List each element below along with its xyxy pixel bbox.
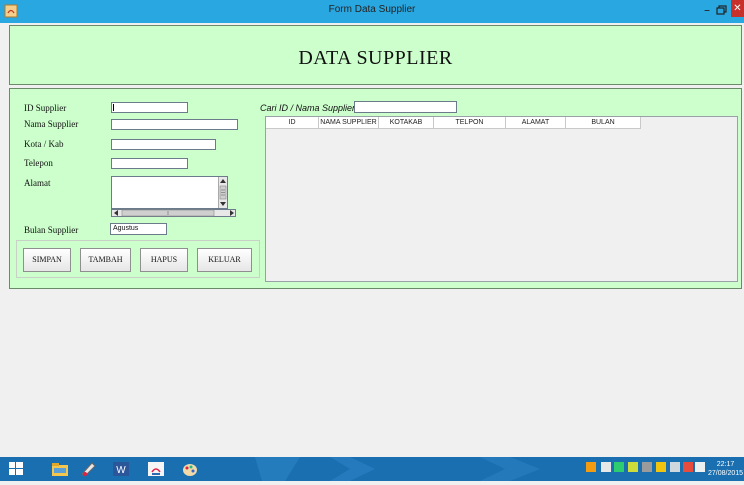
svg-text:W: W [116,465,126,476]
telepon-label: Telepon [24,158,53,168]
windows-start-icon[interactable] [6,460,26,478]
tray-notification-icon[interactable] [586,462,596,472]
id-supplier-label: ID Supplier [24,103,67,113]
column-header-telpon[interactable]: TELPON [434,117,506,129]
kota-kab-input[interactable] [111,139,216,150]
supplier-table[interactable]: ID NAMA SUPPLIER KOTAKAB TELPON ALAMAT B… [265,116,738,282]
id-supplier-input[interactable] [111,102,188,113]
column-header-id[interactable]: ID [266,117,319,129]
header-panel: DATA SUPPLIER [9,25,742,85]
tray-shield-icon[interactable] [656,462,666,472]
alamat-textarea[interactable] [111,176,228,209]
column-header-kotakab[interactable]: KOTAKAB [379,117,434,129]
tray-info-icon[interactable] [670,462,680,472]
taskbar-clock[interactable]: 22:17 27/08/2015 [708,460,743,478]
hapus-button[interactable]: HAPUS [140,248,188,272]
bulan-supplier-input[interactable]: Agustus [110,223,167,235]
maximize-button[interactable] [715,3,729,17]
tray-battery-icon[interactable] [683,462,693,472]
alamat-horizontal-scrollbar[interactable] [111,209,236,217]
minimize-button[interactable]: – [700,3,714,17]
clock-date: 27/08/2015 [708,470,744,477]
kota-kab-label: Kota / Kab [24,139,64,149]
tray-settings-icon[interactable] [642,462,652,472]
search-label: Cari ID / Nama Supplier : [260,103,361,113]
file-explorer-icon[interactable] [50,460,70,478]
nama-supplier-input[interactable] [111,119,238,130]
alamat-label: Alamat [24,178,51,188]
tray-app-icon[interactable] [628,462,638,472]
word-icon[interactable]: W [111,460,131,478]
window-title: Form Data Supplier [328,4,416,15]
paint-icon[interactable] [180,460,200,478]
tambah-button[interactable]: TAMBAH [80,248,131,272]
window-title-bar: Form Data Supplier – ✕ [0,0,744,23]
clock-time: 22:17 [716,461,735,468]
tray-network-icon[interactable] [614,462,624,472]
scroll-arrows-icon [219,179,227,206]
telepon-input[interactable] [111,158,188,169]
bulan-supplier-label: Bulan Supplier [24,225,79,235]
tray-flag-icon[interactable] [601,462,611,472]
column-header-alamat[interactable]: ALAMAT [506,117,566,129]
close-button[interactable]: ✕ [731,0,744,17]
text-cursor [113,104,114,111]
search-input[interactable] [354,101,457,113]
paint-app-icon[interactable] [79,460,99,478]
alamat-vertical-scrollbar[interactable] [218,177,227,208]
keluar-button[interactable]: KELUAR [197,248,252,272]
tray-volume-icon[interactable] [695,462,705,472]
scroll-arrows-icon [114,209,234,217]
nama-supplier-label: Nama Supplier [24,119,79,129]
column-header-nama-supplier[interactable]: NAMA SUPPLIER [319,117,379,129]
column-header-bulan[interactable]: BULAN [566,117,641,129]
java-icon[interactable] [146,460,166,478]
simpan-button[interactable]: SIMPAN [23,248,71,272]
page-title: DATA SUPPLIER [298,47,453,69]
